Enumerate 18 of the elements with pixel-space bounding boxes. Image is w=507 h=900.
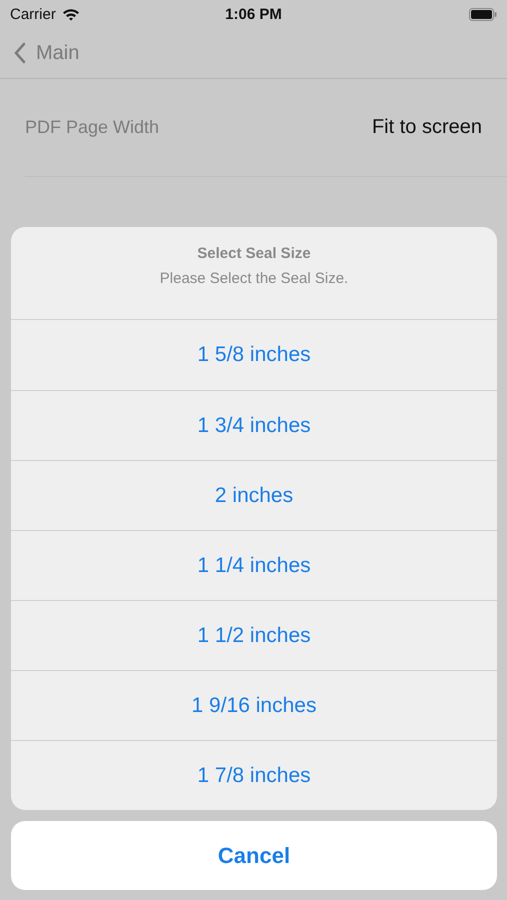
setting-label: PDF Page Width <box>25 117 160 138</box>
setting-value: Fit to screen <box>372 116 482 139</box>
size-option[interactable]: 1 1/4 inches <box>11 530 497 600</box>
sheet-title: Select Seal Size <box>197 245 311 262</box>
size-option[interactable]: 1 7/8 inches <box>11 740 497 810</box>
back-button[interactable]: Main <box>14 42 80 64</box>
size-option[interactable]: 1 5/8 inches <box>11 320 497 390</box>
carrier-name: Carrier <box>10 6 56 22</box>
cancel-button[interactable]: Cancel <box>11 821 497 890</box>
size-option[interactable]: 1 9/16 inches <box>11 670 497 740</box>
wifi-icon <box>62 8 80 20</box>
battery-icon <box>469 8 497 20</box>
size-option[interactable]: 1 1/2 inches <box>11 600 497 670</box>
chevron-left-icon <box>14 42 26 64</box>
size-option[interactable]: 1 3/4 inches <box>11 390 497 460</box>
size-option[interactable]: 2 inches <box>11 460 497 530</box>
status-time: 1:06 PM <box>225 6 282 22</box>
sheet-message: Please Select the Seal Size. <box>160 270 348 287</box>
